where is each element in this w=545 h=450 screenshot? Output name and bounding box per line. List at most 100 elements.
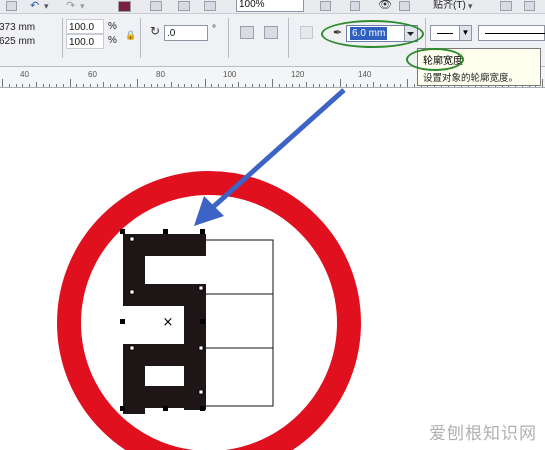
ruler-tick: [265, 84, 267, 87]
snap-to-label[interactable]: 贴齐(T): [433, 0, 466, 12]
publish-pdf-icon[interactable]: [204, 1, 216, 11]
undo-dropdown-icon[interactable]: ▾: [44, 0, 49, 12]
ruler-tick: [116, 84, 118, 87]
ruler-tick: [400, 84, 402, 87]
options-icon[interactable]: [500, 1, 512, 11]
snap-dropdown-icon[interactable]: ▾: [468, 0, 473, 12]
ruler-tick: [130, 84, 132, 87]
table-grid[interactable]: [202, 239, 274, 407]
ruler-tick: [218, 84, 219, 87]
mirror-vertical-icon[interactable]: [264, 26, 278, 39]
ruler-tick: [157, 84, 159, 87]
grid-cell[interactable]: [202, 239, 274, 295]
lock-ratio-icon[interactable]: 🔒: [125, 30, 136, 41]
ruler-tick: [150, 84, 152, 87]
ruler-tick: [305, 82, 307, 87]
ruler-tick: [332, 84, 334, 87]
ruler-tick: [542, 79, 543, 87]
export-icon[interactable]: [150, 1, 162, 11]
ruler-tick: [258, 84, 260, 87]
application-launcher-icon[interactable]: [118, 1, 131, 12]
red-circle-sign[interactable]: [57, 171, 361, 450]
ruler-tick: [49, 84, 51, 87]
mirror-horizontal-icon[interactable]: [240, 26, 254, 39]
ruler-tick: [272, 79, 273, 87]
scale-y-field[interactable]: 100.0: [66, 34, 104, 49]
ruler-tick: [238, 82, 240, 87]
ruler-tick: [353, 84, 354, 87]
ruler-tick: [29, 84, 30, 87]
ruler-tick: [245, 84, 246, 87]
ruler-tick: [76, 84, 78, 87]
grid-cell[interactable]: [202, 293, 274, 349]
ruler-tick: [110, 84, 111, 87]
redo-dropdown-icon[interactable]: ▾: [80, 0, 85, 12]
ruler-tick: [366, 84, 368, 87]
ruler-label: 60: [88, 70, 97, 79]
ruler-tick: [177, 84, 179, 87]
ruler-tick: [137, 79, 138, 87]
ruler-tick: [143, 84, 145, 87]
welcome-icon[interactable]: [178, 1, 190, 11]
ruler-tick: [292, 84, 294, 87]
ruler-tick: [83, 84, 84, 87]
save-icon[interactable]: [6, 1, 17, 11]
ruler-tick: [22, 84, 24, 87]
ruler-label: 140: [358, 70, 372, 79]
line-end-preview: [485, 33, 545, 34]
ruler-label: 80: [156, 70, 165, 79]
ruler-tick: [393, 84, 395, 87]
ruler-tick: [407, 79, 408, 87]
full-screen-preview-icon[interactable]: [320, 1, 331, 11]
ruler-label: 100: [223, 70, 237, 79]
drawing-canvas[interactable]: ×: [0, 88, 545, 450]
ruler-tick: [170, 82, 172, 87]
ruler-tick: [285, 84, 287, 87]
ruler-tick: [8, 84, 10, 87]
ruler-tick: [224, 84, 226, 87]
rotation-angle-field[interactable]: .0: [164, 25, 208, 41]
zoom-level-select[interactable]: 100%: [236, 0, 304, 12]
object-height-value[interactable]: 625 mm: [0, 36, 35, 48]
ruler-tick: [191, 84, 192, 87]
ruler-tick: [278, 84, 280, 87]
page-view-icon[interactable]: [350, 1, 360, 11]
wrap-text-icon[interactable]: [300, 26, 313, 39]
snap-icon[interactable]: [399, 1, 410, 11]
ruler-tick: [319, 84, 321, 87]
line-end-select[interactable]: [478, 25, 545, 41]
application-options-icon[interactable]: [524, 1, 535, 11]
scale-x-field[interactable]: 100.0: [66, 19, 104, 34]
line-style-select[interactable]: ▼: [430, 25, 472, 41]
ruler-tick: [62, 84, 64, 87]
outline-width-highlight: [321, 20, 424, 48]
ruler-tick: [231, 84, 233, 87]
ruler-tick: [35, 82, 37, 87]
ruler-label: 40: [20, 70, 29, 79]
redo-icon[interactable]: ↷: [66, 0, 75, 12]
ruler-tick: [346, 84, 348, 87]
undo-icon[interactable]: ↶: [30, 0, 39, 12]
ruler-tick: [359, 84, 361, 87]
ruler-tick: [326, 84, 327, 87]
ruler-tick: [312, 84, 314, 87]
ruler-tick: [69, 79, 71, 87]
scale-y-percent-label: %: [108, 35, 117, 46]
ruler-tick: [373, 82, 375, 87]
ruler-tick: [123, 84, 125, 87]
ruler-tick: [164, 84, 165, 87]
ruler-tick: [251, 84, 253, 87]
standard-toolbar: ↶ ▾ ↷ ▾ 100% 👁 贴齐(T) ▾: [0, 0, 545, 14]
eye-icon[interactable]: 👁: [378, 0, 392, 11]
ruler-tick: [413, 84, 415, 87]
scale-x-percent-label: %: [108, 21, 117, 32]
grid-cell[interactable]: [202, 347, 274, 407]
object-width-value[interactable]: 373 mm: [0, 22, 35, 34]
rotation-degree-label: °: [212, 24, 216, 35]
ruler-tick: [89, 84, 91, 87]
tooltip-description: 设置对象的轮廓宽度。: [423, 73, 519, 84]
ruler-tick: [204, 79, 206, 87]
ruler-tick: [96, 84, 98, 87]
ruler-tick: [339, 79, 341, 87]
line-style-dropdown-icon[interactable]: ▼: [459, 26, 471, 40]
